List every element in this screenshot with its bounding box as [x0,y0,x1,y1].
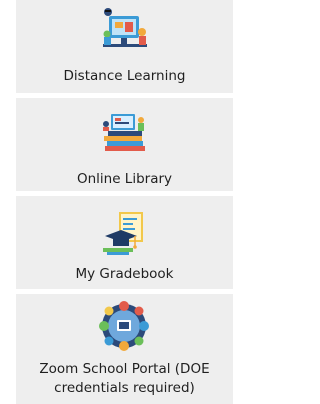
distance-learning-icon [103,8,147,47]
tile-zoom-school-portal[interactable]: Zoom School Portal (DOE credentials requ… [16,294,233,404]
tile-label: Online Library [76,171,173,187]
zoom-portal-icon [99,301,149,351]
tile-label: Distance Learning [63,68,186,84]
tile-label: Zoom School Portal (DOE credentials requ… [39,361,210,396]
tile-online-library[interactable]: Online Library [16,98,233,191]
gradebook-icon [103,212,143,255]
online-library-icon [103,114,145,151]
tile-distance-learning[interactable]: Distance Learning [16,0,233,93]
tile-label: My Gradebook [75,266,174,282]
tile-my-gradebook[interactable]: My Gradebook [16,196,233,289]
